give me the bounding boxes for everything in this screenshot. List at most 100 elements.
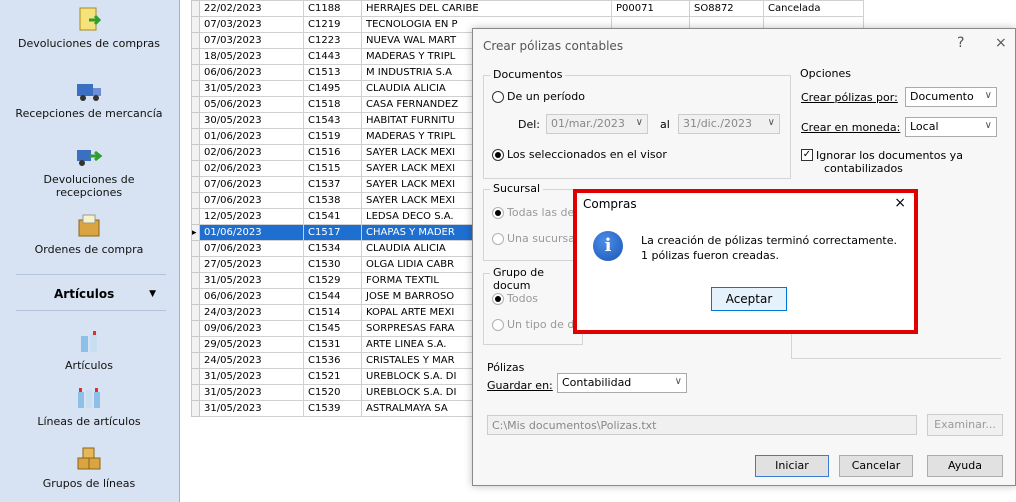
una-radio[interactable]: Una sucursa	[492, 232, 575, 245]
msgbox-line1: La creación de pólizas terminó correctam…	[641, 234, 897, 247]
guardar-select[interactable]: Contabilidad ∨	[557, 373, 687, 393]
chevron-down-icon: ∨	[984, 120, 992, 131]
radio-off-icon	[492, 90, 504, 103]
chevron-down-icon: ∨	[674, 376, 682, 387]
table-cell: C1530	[303, 256, 362, 273]
examinar-button[interactable]: Examinar...	[927, 414, 1003, 436]
row-selector[interactable]	[191, 0, 200, 17]
todas-radio[interactable]: Todas las de	[492, 206, 574, 219]
table-cell: 02/06/2023	[199, 144, 304, 161]
sidebar-item-recepciones[interactable]: Recepciones de mercancía	[0, 76, 178, 120]
table-cell: 01/06/2023	[199, 128, 304, 145]
opciones-group: Opciones Crear pólizas por: Documento ∨ …	[791, 67, 1001, 179]
row-selector[interactable]	[191, 336, 200, 353]
row-selector[interactable]	[191, 128, 200, 145]
row-selector[interactable]	[191, 272, 200, 289]
table-row[interactable]: 22/02/2023 C1188 HERRAJES DEL CARIBE P00071…	[191, 0, 864, 17]
opciones-label: Opciones	[797, 67, 854, 80]
sidebar-item-label: Devoluciones de compras	[17, 37, 161, 50]
moneda-label: Crear en moneda:	[801, 121, 901, 134]
sidebar-item-articulos[interactable]: Artículos	[0, 328, 178, 372]
truck-return-icon	[75, 142, 103, 170]
row-selector[interactable]	[191, 304, 200, 321]
sidebar-section-label: Artículos	[54, 287, 115, 301]
radio-on-icon	[492, 206, 504, 219]
bottles-icon	[75, 328, 103, 356]
sucursal-label: Sucursal	[490, 182, 544, 195]
table-cell: 29/05/2023	[199, 336, 304, 353]
path-field[interactable]: C:\Mis documentos\Polizas.txt	[487, 415, 917, 435]
tipo-label: Un tipo de d	[507, 318, 575, 331]
close-button[interactable]: ×	[995, 35, 1007, 51]
help-button[interactable]: ?	[957, 35, 964, 51]
row-selector[interactable]	[191, 96, 200, 113]
periodo-radio[interactable]: De un período	[492, 90, 585, 103]
table-cell: 24/03/2023	[199, 304, 304, 321]
chevron-down-icon: ∨	[767, 117, 775, 128]
sidebar-item-lineas[interactable]: Líneas de artículos	[0, 384, 178, 428]
seleccionados-radio[interactable]: Los seleccionados en el visor	[492, 148, 667, 161]
from-date-field[interactable]: 01/mar./2023 ∨	[546, 114, 648, 134]
guardar-value: Contabilidad	[562, 376, 632, 389]
row-selector[interactable]	[191, 32, 200, 49]
path-value: C:\Mis documentos\Polizas.txt	[492, 419, 657, 432]
row-selector[interactable]	[191, 64, 200, 81]
row-selector[interactable]	[191, 144, 200, 161]
row-selector[interactable]	[191, 48, 200, 65]
table-cell: 12/05/2023	[199, 208, 304, 225]
row-selector[interactable]	[191, 320, 200, 337]
ignorar-label-line1: Ignorar los documentos ya	[816, 149, 963, 162]
close-icon[interactable]: ×	[894, 195, 906, 211]
sidebar-item-label: Grupos de líneas	[42, 477, 136, 490]
table-cell: 31/05/2023	[199, 272, 304, 289]
todos-radio[interactable]: Todos	[492, 292, 538, 305]
table-cell: C1534	[303, 240, 362, 257]
row-selector[interactable]	[191, 208, 200, 225]
table-cell: 01/06/2023	[199, 224, 304, 241]
row-selector[interactable]	[191, 368, 200, 385]
row-selector[interactable]	[191, 384, 200, 401]
chevron-down-icon[interactable]: ▼	[149, 284, 156, 304]
table-cell: 07/06/2023	[199, 192, 304, 209]
moneda-select[interactable]: Local ∨	[905, 117, 997, 137]
del-label: Del:	[518, 118, 540, 131]
chevron-down-icon: ∨	[984, 90, 992, 101]
table-cell: C1536	[303, 352, 362, 369]
row-selector[interactable]	[191, 352, 200, 369]
table-cell: 27/05/2023	[199, 256, 304, 273]
sidebar-item-label: Líneas de artículos	[37, 415, 141, 428]
row-selector[interactable]	[191, 240, 200, 257]
tipo-radio[interactable]: Un tipo de d	[492, 318, 574, 331]
table-cell: C1188	[303, 0, 362, 17]
row-selector[interactable]	[191, 176, 200, 193]
row-selector[interactable]	[191, 400, 200, 417]
ignorar-label-line2: contabilizados	[824, 162, 903, 175]
to-date-field[interactable]: 31/dic./2023 ∨	[678, 114, 780, 134]
row-pointer-icon[interactable]: ▸	[191, 224, 200, 241]
row-selector[interactable]	[191, 80, 200, 97]
sidebar-item-devoluciones-recepciones[interactable]: Devoluciones de recepciones	[0, 142, 178, 199]
iniciar-button[interactable]: Iniciar	[755, 455, 829, 477]
polizas-label: Pólizas	[487, 361, 525, 374]
sidebar-section-articulos[interactable]: Artículos ▼	[16, 284, 166, 304]
info-icon: i	[593, 231, 623, 261]
aceptar-button[interactable]: Aceptar	[711, 287, 787, 311]
todos-label: Todos	[507, 292, 539, 305]
guardar-label: Guardar en:	[487, 379, 553, 392]
table-cell: 07/06/2023	[199, 240, 304, 257]
ignorar-checkbox[interactable]: ✓ Ignorar los documentos ya contabilizad…	[801, 149, 963, 175]
sidebar-item-devoluciones-compras[interactable]: Devoluciones de compras	[0, 6, 178, 50]
row-selector[interactable]	[191, 192, 200, 209]
row-selector[interactable]	[191, 256, 200, 273]
sidebar-item-ordenes-compra[interactable]: Ordenes de compra	[0, 212, 178, 256]
row-selector[interactable]	[191, 288, 200, 305]
sidebar-item-grupos[interactable]: Grupos de líneas	[0, 446, 178, 490]
chevron-down-icon: ∨	[635, 117, 643, 128]
row-selector[interactable]	[191, 112, 200, 129]
polizas-por-select[interactable]: Documento ∨	[905, 87, 997, 107]
row-selector[interactable]	[191, 16, 200, 33]
cancelar-button[interactable]: Cancelar	[839, 455, 913, 477]
table-cell: 06/06/2023	[199, 288, 304, 305]
row-selector[interactable]	[191, 160, 200, 177]
ayuda-button[interactable]: Ayuda	[927, 455, 1003, 477]
